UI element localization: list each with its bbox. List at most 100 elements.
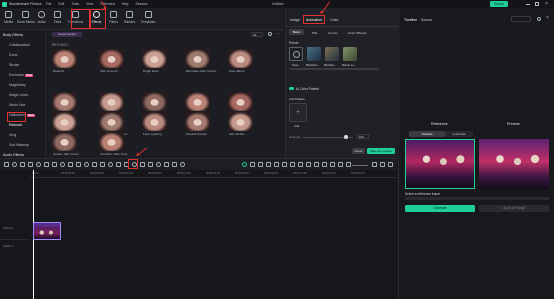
menu-help[interactable]: Help [122,2,129,6]
timeline-tool-icon[interactable] [338,162,343,167]
menu-view[interactable]: View [86,2,93,6]
timeline-tool-icon[interactable] [108,162,113,167]
settings-icon[interactable] [537,17,541,21]
menu-edit[interactable]: Edit [58,2,64,6]
add-palette-button[interactable]: + [289,103,307,122]
subtab-color-wheels[interactable]: Color Wheels [348,31,367,35]
timeline-tool-icon[interactable] [140,162,145,167]
timeline-tool-icon[interactable] [388,162,393,167]
timeline-tool-icon[interactable] [242,162,247,167]
menu-file[interactable]: File [46,2,51,6]
sidebar-item-magic-lines[interactable]: Magic Lines [9,93,28,97]
effect-thumb[interactable] [99,92,124,111]
effect-thumb[interactable] [142,112,167,131]
effect-thumb[interactable] [142,49,167,68]
timeline-tool-icon[interactable] [346,162,351,167]
timeline-tool-icon[interactable] [274,162,279,167]
timeline-tool-icon[interactable] [156,162,161,167]
effect-thumb[interactable] [185,92,210,111]
maximize-icon[interactable] [535,2,539,6]
sidebar-item-exclusive[interactable]: Exclusive NEW [9,73,34,77]
reset-button[interactable]: Reset [352,148,365,154]
timeline-tool-icon[interactable] [314,162,319,167]
timeline-tool-icon[interactable] [92,162,97,167]
timeline-tool-icon[interactable] [306,162,311,167]
timeline-tool-icon[interactable] [36,162,41,167]
close-panel-icon[interactable]: × [546,15,549,21]
timeline-tool-icon[interactable] [372,162,377,167]
tool-titles[interactable]: Titles [51,10,64,28]
sidebar-item-retouch[interactable]: Retouch [9,123,22,127]
asset-center-button[interactable]: Asset Center [52,32,82,37]
timeline-tool-icon[interactable] [52,162,57,167]
sidebar-item-done[interactable]: Done [9,53,18,57]
timeline-tool-icon[interactable] [60,162,65,167]
export-button[interactable]: Export [490,1,508,7]
effect-thumb[interactable] [52,132,77,151]
filter-select[interactable]: All [251,32,263,37]
sidebar-category-body-effects[interactable]: Body Effects [3,33,23,37]
more-icon[interactable]: ⋯ [276,31,280,36]
timeline-tool-icon[interactable] [172,162,177,167]
timeline-tool-icon[interactable] [28,162,33,167]
tool-filters[interactable]: Filters [107,10,120,28]
tool-templates[interactable]: Templates [139,10,157,28]
video-clip[interactable] [33,222,61,240]
search-icon[interactable] [268,32,272,36]
tool-audio[interactable]: Audio [35,10,48,28]
preset-scrollbar[interactable] [289,68,379,70]
preview-tab-timeline[interactable]: Timeline [404,18,417,22]
timeline-tool-icon[interactable] [258,162,263,167]
timeline-tool-icon[interactable] [164,162,169,167]
effect-thumb[interactable] [142,92,167,111]
tool-stickers[interactable]: Stickers [122,10,137,28]
timeline-tool-icon[interactable] [290,162,295,167]
ref-tab-local-file[interactable]: Local File [445,131,473,137]
timeline-tool-icon[interactable] [148,162,153,167]
sidebar-item-neon-line[interactable]: Neon Line [9,103,25,107]
sidebar-item-suit-makeup[interactable]: Suit Makeup [9,143,29,147]
timeline-tool-icon[interactable] [20,162,25,167]
timeline-tool-icon[interactable] [12,162,17,167]
ai-color-palette-toggle[interactable] [289,87,294,90]
generate-button[interactable]: Generate [405,205,475,212]
strength-slider-handle[interactable] [344,135,348,139]
sidebar-item-vlog[interactable]: Vlog [9,133,16,137]
save-as-custom-button[interactable]: Save as Custom [367,148,395,154]
apply-to-range-button[interactable]: Apply to Range [479,205,549,212]
frame-strip[interactable] [405,197,549,200]
effect-thumb[interactable] [52,49,77,68]
preset-none[interactable] [289,47,303,61]
preset-bokeh[interactable] [343,47,357,61]
timeline-tool-icon[interactable] [266,162,271,167]
timeline-tool-icon[interactable] [298,162,303,167]
effect-thumb[interactable] [228,49,253,68]
sidebar-category-audio-effects[interactable]: Audio Effects [3,153,24,157]
effect-thumb[interactable] [99,49,124,68]
timeline-tool-icon[interactable] [380,162,385,167]
effect-thumb[interactable] [99,112,124,131]
quality-select[interactable] [511,16,531,22]
reference-image[interactable] [405,139,475,189]
subtab-basic[interactable]: Basic [289,29,304,35]
tab-color[interactable]: Color [330,18,339,22]
timeline-tool-icon[interactable] [116,162,121,167]
zoom-slider[interactable] [352,164,368,166]
timeline-tool-icon[interactable] [44,162,49,167]
preset-blockbuster-2[interactable] [325,47,339,61]
subtab-hsl[interactable]: HSL [312,31,318,35]
timeline-tool-icon[interactable] [100,162,105,167]
timeline-tool-icon[interactable] [322,162,327,167]
sidebar-item-collaboration[interactable]: Collaboration [9,43,30,47]
timeline-tool-icon[interactable] [330,162,335,167]
effect-thumb[interactable] [99,132,124,151]
sidebar-item-magicway[interactable]: MagicWay [9,83,26,87]
timeline-tool-icon[interactable] [180,162,185,167]
timeline-tool-icon[interactable] [250,162,255,167]
menu-tools[interactable]: Tools [71,2,79,6]
subtab-curves[interactable]: Curves [328,31,338,35]
preset-blockbuster-1[interactable] [307,47,321,61]
minimize-icon[interactable] [526,3,530,5]
preview-tab-source[interactable]: Source [421,18,432,22]
strength-value-field[interactable]: 100 [357,134,369,139]
